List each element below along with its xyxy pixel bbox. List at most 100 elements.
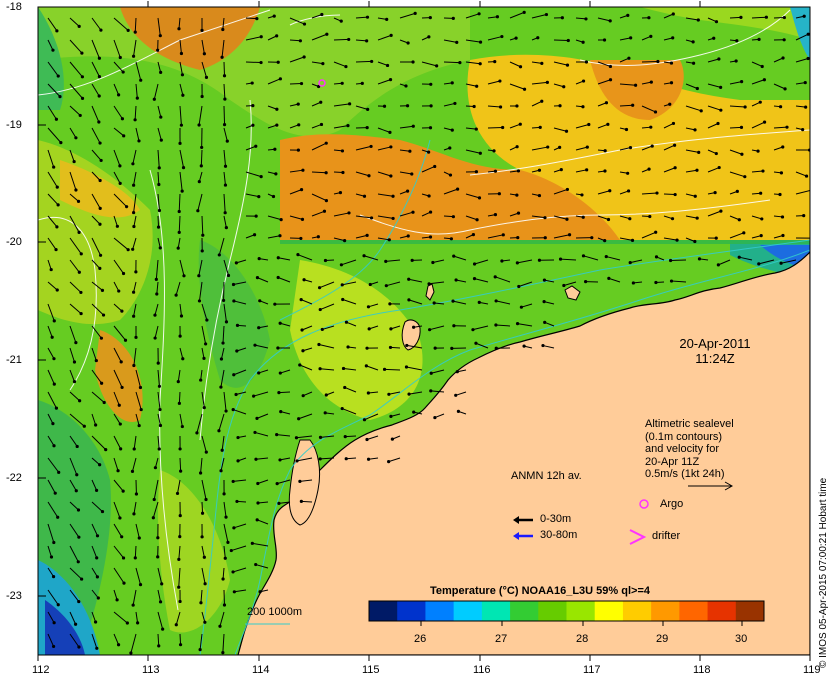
velocity-arrow-head: [299, 81, 304, 86]
velocity-arrow-head: [97, 94, 101, 98]
velocity-arrow-head: [117, 289, 121, 293]
velocity-arrow-head: [691, 40, 695, 44]
velocity-arrow-head: [99, 158, 103, 163]
velocity-arrow-head: [365, 437, 369, 442]
velocity-arrow-head: [204, 342, 208, 346]
velocity-arrow-head: [581, 105, 585, 109]
velocity-arrow-head: [411, 124, 415, 128]
velocity-arrow-head: [126, 248, 130, 252]
velocity-arrow-head: [389, 33, 393, 37]
velocity-arrow-head: [411, 60, 415, 64]
velocity-arrow-head: [348, 102, 352, 106]
velocity-arrow-head: [742, 231, 746, 235]
velocity-arrow-head: [450, 81, 454, 85]
velocity-arrow-head: [543, 236, 547, 240]
velocity-arrow-head: [79, 252, 83, 256]
velocity-arrow-head: [275, 34, 279, 38]
velocity-arrow-head: [197, 123, 201, 127]
velocity-arrow-head: [275, 123, 279, 127]
velocity-arrow-head: [537, 168, 542, 172]
velocity-arrow-head: [719, 209, 723, 213]
velocity-arrow-head: [139, 78, 143, 82]
velocity-arrow-head: [198, 471, 203, 475]
velocity-arrow-head: [57, 470, 61, 474]
velocity-arrow-head: [199, 601, 203, 605]
velocity-arrow: [487, 126, 503, 129]
velocity-arrow-head: [118, 422, 122, 426]
velocity-arrow-head: [177, 585, 181, 589]
velocity-arrow-head: [624, 127, 629, 132]
velocity-arrow-head: [656, 59, 660, 64]
velocity-arrow-head: [235, 499, 239, 504]
velocity-arrow-head: [203, 582, 207, 586]
velocity-arrow-head: [671, 12, 675, 16]
velocity-arrow-head: [121, 271, 126, 276]
velocity-arrow-head: [55, 185, 59, 189]
velocity-arrow-head: [72, 380, 77, 384]
velocity-arrow-head: [138, 583, 143, 587]
velocity-arrow-head: [522, 10, 526, 14]
anmn-shallow-label: 0-30m: [540, 513, 572, 525]
velocity-arrow-head: [218, 624, 222, 628]
velocity-arrow-head: [131, 290, 136, 294]
velocity-arrow-head: [219, 469, 223, 473]
velocity-arrow-head: [296, 102, 300, 106]
velocity-arrow-head: [154, 277, 158, 281]
velocity-arrow-head: [340, 283, 344, 287]
colorbar-segment: [510, 601, 539, 621]
velocity-arrow-head: [77, 270, 81, 274]
velocity-arrow-head: [296, 253, 300, 257]
velocity-arrow-head: [603, 239, 607, 243]
velocity-arrow-head: [178, 535, 182, 539]
velocity-arrow-head: [278, 234, 282, 238]
velocity-arrow-head: [235, 349, 239, 353]
velocity-arrow-head: [804, 174, 809, 178]
velocity-arrow-head: [51, 422, 55, 426]
velocity-arrow-head: [764, 15, 768, 19]
velocity-arrow-head: [560, 16, 564, 20]
velocity-arrow-head: [56, 203, 60, 207]
velocity-arrow-head: [156, 536, 160, 540]
velocity-arrow-head: [82, 424, 86, 428]
velocity-arrow-head: [449, 237, 453, 241]
colorbar-segment: [369, 601, 398, 621]
velocity-arrow-head: [95, 646, 99, 650]
velocity-arrow: [157, 215, 160, 228]
velocity-arrow-head: [301, 168, 305, 172]
velocity-arrow-head: [367, 174, 371, 178]
velocity-arrow-head: [427, 282, 431, 286]
velocity-arrow: [245, 17, 257, 20]
velocity-arrow-head: [389, 327, 393, 331]
velocity-arrow-head: [78, 399, 82, 403]
timestamp-time: 11:24Z: [695, 351, 735, 366]
velocity-arrow-head: [608, 189, 612, 193]
velocity-arrow-head: [232, 590, 236, 594]
velocity-arrow-head: [406, 41, 410, 45]
velocity-arrow-head: [133, 556, 137, 560]
velocity-arrow-head: [516, 169, 521, 173]
velocity-arrow-head: [199, 378, 203, 382]
velocity-arrow-head: [125, 205, 129, 209]
velocity-arrow-head: [697, 257, 702, 261]
velocity-arrow-head: [626, 189, 631, 193]
altimetry-line: Altimetric sealevel: [645, 418, 734, 430]
velocity-arrow-head: [673, 143, 677, 147]
velocity-arrow-head: [278, 77, 282, 81]
velocity-arrow-head: [235, 323, 240, 327]
velocity-arrow-head: [362, 418, 367, 422]
velocity-arrow-head: [542, 300, 546, 304]
altimetry-line: and velocity for: [645, 443, 719, 455]
velocity-arrow-head: [76, 560, 80, 564]
velocity-arrow-head: [517, 284, 521, 289]
velocity-arrow-head: [257, 326, 261, 330]
velocity-arrow-head: [497, 192, 501, 196]
velocity-arrow-head: [451, 299, 455, 303]
velocity-arrow-head: [72, 159, 76, 164]
velocity-arrow-head: [404, 84, 408, 88]
velocity-arrow-head: [370, 59, 374, 64]
velocity-arrow-head: [492, 149, 496, 153]
velocity-arrow-head: [544, 12, 549, 17]
velocity-arrow-head: [781, 145, 785, 149]
velocity-arrow-head: [98, 266, 102, 271]
velocity-arrow-head: [223, 183, 228, 187]
